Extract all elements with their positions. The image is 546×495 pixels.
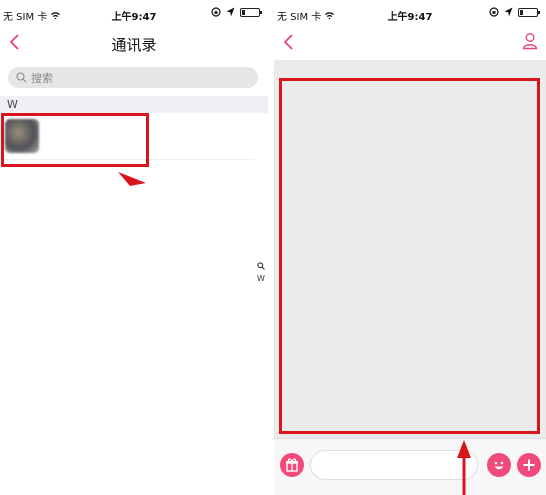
- index-letter-w[interactable]: W: [256, 273, 266, 284]
- gift-icon: [286, 458, 298, 472]
- search-placeholder: 搜索: [31, 71, 53, 85]
- chat-screen: 无 SIM 卡 上午9:47: [274, 0, 546, 495]
- highlight-box-contact: [1, 113, 149, 167]
- plus-button[interactable]: [517, 453, 541, 477]
- rotation-lock-icon: [489, 7, 499, 17]
- contacts-screen: 无 SIM 卡 上午9:47 通讯录 搜索 W W: [0, 0, 268, 495]
- location-arrow-icon: [226, 7, 235, 17]
- status-bar: 无 SIM 卡 上午9:47: [274, 0, 546, 26]
- profile-icon[interactable]: [522, 32, 538, 50]
- index-search-icon[interactable]: [257, 262, 265, 270]
- input-toolbar: [274, 438, 546, 495]
- status-bar: 无 SIM 卡 上午9:47: [0, 0, 268, 26]
- contacts-navbar: 通讯录: [0, 26, 268, 60]
- annotation-arrow-icon: [457, 440, 471, 495]
- back-icon[interactable]: [282, 32, 296, 52]
- gift-button[interactable]: [280, 453, 304, 477]
- search-icon: [16, 72, 27, 83]
- page-title: 通讯录: [111, 36, 157, 54]
- highlight-box-message-area: [279, 78, 540, 434]
- emoji-button[interactable]: [487, 453, 511, 477]
- battery-icon: [518, 7, 540, 17]
- emoji-icon: [494, 461, 504, 470]
- alphabet-index[interactable]: W: [256, 262, 266, 284]
- plus-icon: [523, 459, 535, 471]
- battery-icon: [240, 7, 262, 17]
- location-arrow-icon: [504, 7, 513, 17]
- chat-navbar: [274, 26, 546, 60]
- status-icons: [211, 7, 262, 17]
- search-input[interactable]: 搜索: [8, 67, 258, 88]
- rotation-lock-icon: [211, 7, 221, 17]
- section-header: W: [0, 96, 268, 113]
- annotation-arrow-icon: [118, 172, 146, 186]
- status-icons: [489, 7, 540, 17]
